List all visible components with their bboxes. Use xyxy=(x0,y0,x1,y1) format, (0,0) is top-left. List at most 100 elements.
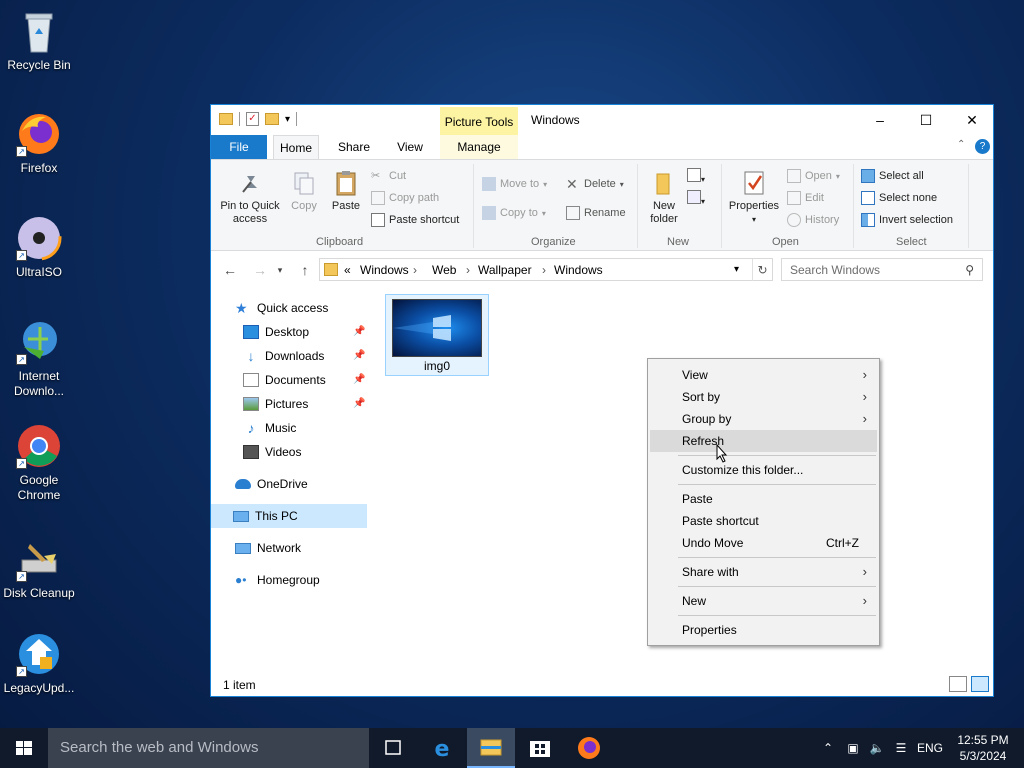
properties-button[interactable]: Properties ▾ xyxy=(727,170,781,226)
menu-item-customize-folder[interactable]: Customize this folder... xyxy=(650,459,877,481)
move-to-button[interactable]: Move to ▾ xyxy=(482,174,547,194)
nav-network[interactable]: Network xyxy=(235,536,301,560)
tab-share[interactable]: Share xyxy=(331,135,377,159)
nav-onedrive[interactable]: OneDrive xyxy=(235,472,308,496)
menu-item-refresh[interactable]: Refresh xyxy=(650,430,877,452)
breadcrumb-item[interactable]: Web xyxy=(432,259,456,281)
svg-text:e: e xyxy=(435,737,450,762)
legacy-update-icon: ↗ xyxy=(16,631,62,677)
music-note-icon: ♪ xyxy=(247,420,255,436)
delete-button[interactable]: ✕ Delete ▾ xyxy=(566,174,624,194)
nav-music[interactable]: ♪ Music xyxy=(243,416,297,440)
menu-item-paste-shortcut[interactable]: Paste shortcut xyxy=(650,510,877,532)
desktop-icon-internet-download[interactable]: ↗ Internet Downlo... xyxy=(2,319,76,399)
tab-home[interactable]: Home xyxy=(273,135,319,159)
desktop-icon-recycle-bin[interactable]: Recycle Bin xyxy=(2,8,76,73)
select-all-button[interactable]: Select all xyxy=(861,166,924,186)
up-button[interactable]: ↑ xyxy=(294,258,316,282)
paste-button[interactable]: Paste xyxy=(329,170,363,213)
large-icons-view-button[interactable] xyxy=(971,676,989,692)
menu-item-properties[interactable]: Properties xyxy=(650,619,877,641)
menu-item-new[interactable]: New › xyxy=(650,590,877,612)
tab-manage[interactable]: Manage xyxy=(440,135,518,159)
minimize-button[interactable]: – xyxy=(857,105,903,135)
search-placeholder: Search Windows xyxy=(790,263,881,277)
file-item[interactable]: img0 xyxy=(385,294,489,376)
properties-checkmark-icon[interactable]: ✓ xyxy=(246,112,259,126)
start-button[interactable] xyxy=(0,728,48,768)
history-button[interactable]: History xyxy=(787,210,839,230)
new-item-button[interactable]: ▾ xyxy=(687,168,711,186)
taskbar-file-explorer[interactable] xyxy=(467,728,515,768)
help-icon[interactable]: ? xyxy=(975,139,990,154)
taskbar-search-box[interactable]: Search the web and Windows xyxy=(48,728,369,768)
submenu-arrow-icon: › xyxy=(862,564,867,579)
recent-locations-dropdown[interactable]: ▾ xyxy=(273,258,287,282)
forward-button[interactable]: → xyxy=(249,258,271,282)
close-button[interactable]: ✕ xyxy=(949,105,995,135)
taskbar-firefox[interactable] xyxy=(565,728,613,768)
collapse-ribbon-icon[interactable]: ⌃ xyxy=(957,139,965,150)
select-none-button[interactable]: Select none xyxy=(861,188,937,208)
nav-pictures[interactable]: Pictures xyxy=(243,392,308,416)
pin-to-quick-access-button[interactable]: Pin to Quick access xyxy=(217,170,283,226)
menu-item-paste[interactable]: Paste xyxy=(650,488,877,510)
customize-qat-dropdown-icon[interactable]: ▾ xyxy=(285,114,290,125)
task-view-button[interactable] xyxy=(369,728,417,768)
nav-quick-access[interactable]: ★ Quick access xyxy=(235,296,328,320)
search-box[interactable]: Search Windows ⚲ xyxy=(781,258,983,281)
invert-selection-button[interactable]: Invert selection xyxy=(861,210,953,230)
maximize-button[interactable]: ☐ xyxy=(903,105,949,135)
breadcrumb-item[interactable]: Windows xyxy=(554,259,603,281)
action-center-icon[interactable]: ☰ xyxy=(890,728,912,768)
taskbar-edge[interactable]: e xyxy=(418,728,466,768)
menu-item-share-with[interactable]: Share with › xyxy=(650,561,877,583)
tab-file[interactable]: File xyxy=(211,135,267,159)
clock[interactable]: 12:55 PM 5/3/2024 xyxy=(950,732,1016,764)
nav-this-pc[interactable]: This PC xyxy=(211,504,367,528)
show-hidden-icons-button[interactable]: ⌃ xyxy=(818,728,838,768)
desktop-icon-ultraiso[interactable]: ↗ UltraISO xyxy=(2,215,76,280)
desktop-icon-firefox[interactable]: ↗ Firefox xyxy=(2,111,76,176)
back-button[interactable]: ← xyxy=(219,258,241,282)
copy-path-button[interactable]: Copy path xyxy=(371,188,439,208)
details-view-button[interactable] xyxy=(949,676,967,692)
desktop-icon-disk-cleanup[interactable]: ↗ Disk Cleanup xyxy=(2,536,76,601)
address-dropdown-icon[interactable]: ▾ xyxy=(734,259,739,281)
properties-icon xyxy=(741,170,767,196)
copy-to-button[interactable]: Copy to ▾ xyxy=(482,203,546,223)
edit-button[interactable]: Edit xyxy=(787,188,824,208)
new-folder-button[interactable]: New folder xyxy=(645,170,683,226)
menu-item-undo-move[interactable]: Undo Move Ctrl+Z xyxy=(650,532,877,554)
nav-homegroup[interactable]: ●• Homegroup xyxy=(235,568,320,592)
desktop-icon-google-chrome[interactable]: ↗ Google Chrome xyxy=(2,423,76,503)
language-indicator[interactable]: ENG xyxy=(914,728,946,768)
nav-desktop[interactable]: Desktop xyxy=(243,320,309,344)
rename-button[interactable]: Rename xyxy=(566,203,626,223)
desktop-icon-legacy-update[interactable]: ↗ LegacyUpd... xyxy=(2,631,76,696)
breadcrumb-item[interactable]: Windows xyxy=(360,259,409,281)
tab-view[interactable]: View xyxy=(387,135,433,159)
menu-item-sort-by[interactable]: Sort by › xyxy=(650,386,877,408)
volume-muted-icon[interactable]: 🔈 xyxy=(866,728,888,768)
easy-access-button[interactable]: ▾ xyxy=(687,190,711,208)
title-bar[interactable]: ✓ ▾ Picture Tools Windows – ☐ ✕ xyxy=(211,105,993,135)
taskbar-store[interactable] xyxy=(516,728,564,768)
cut-button[interactable]: ✂ Cut xyxy=(371,166,406,186)
new-folder-icon[interactable] xyxy=(265,113,279,125)
refresh-icon[interactable]: ↻ xyxy=(752,259,772,281)
nav-documents[interactable]: Documents xyxy=(243,368,326,392)
copy-to-icon xyxy=(482,206,496,220)
paste-shortcut-button[interactable]: Paste shortcut xyxy=(371,210,459,230)
network-tray-icon[interactable]: ▣ xyxy=(842,728,864,768)
menu-item-group-by[interactable]: Group by › xyxy=(650,408,877,430)
nav-downloads[interactable]: ↓ Downloads xyxy=(243,344,325,368)
breadcrumb-item[interactable]: Wallpaper xyxy=(478,259,532,281)
open-button[interactable]: Open ▾ xyxy=(787,166,840,186)
clock-date: 5/3/2024 xyxy=(959,749,1007,763)
menu-item-view[interactable]: View › xyxy=(650,364,877,386)
address-bar[interactable]: « Windows › Web › Wallpaper › Windows ▾ … xyxy=(319,258,773,281)
breadcrumb-overflow[interactable]: « xyxy=(344,259,351,281)
nav-videos[interactable]: Videos xyxy=(243,440,301,464)
copy-button[interactable]: Copy xyxy=(288,170,320,213)
